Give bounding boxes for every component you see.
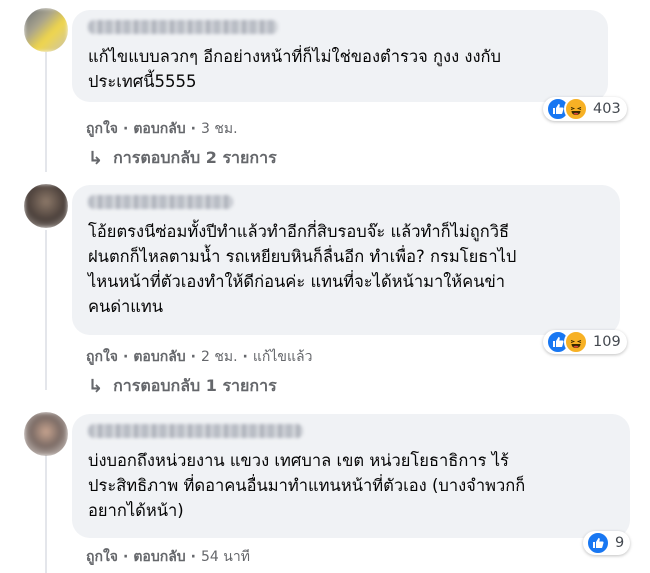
replies-label: การตอบกลับ 1 รายการ [113,376,277,395]
thread-line [45,230,47,390]
reply-arrow-icon: ↳ [88,376,104,397]
comment-text: แก้ไขแบบลวกๆ อีกอย่างหน้าที่ก็ไม่ใช่ของต… [88,47,501,91]
comment-text: โอ้ยตรงนีซ่อมทั้งปีทำแล้วทำอีกกี่สิบรอบจ… [88,222,517,316]
separator-dot: · [123,349,129,365]
comment-bubble: โอ้ยตรงนีซ่อมทั้งปีทำแล้วทำอีกกี่สิบรอบจ… [72,185,620,335]
haha-icon [564,97,588,121]
avatar[interactable] [24,412,68,456]
reply-link[interactable]: ตอบกลับ [133,118,185,140]
comment-timestamp[interactable]: 3 ชม. [201,118,238,140]
separator-dot: · [242,349,248,365]
comment-actions: ถูกใจ · ตอบกลับ · 3 ชม. [86,118,238,140]
comment-bubble: บ่งบอกถึงหน่วยงาน แขวง เทศบาล เขต หน่วยโ… [72,414,630,538]
separator-dot: · [190,549,196,565]
separator-dot: · [190,121,196,137]
reply-arrow-icon: ↳ [88,148,104,169]
edited-label[interactable]: แก้ไขแล้ว [253,346,313,368]
comment-timestamp[interactable]: 2 ชม. [201,346,238,368]
like-link[interactable]: ถูกใจ [86,546,118,568]
separator-dot: · [190,349,196,365]
like-link[interactable]: ถูกใจ [86,118,118,140]
commenter-name-blurred[interactable] [88,20,278,34]
comment-bubble: แก้ไขแบบลวกๆ อีกอย่างหน้าที่ก็ไม่ใช่ของต… [72,10,608,102]
separator-dot: · [123,121,129,137]
view-replies-link[interactable]: ↳ การตอบกลับ 1 รายการ [88,374,277,399]
commenter-name-blurred[interactable] [88,195,233,209]
separator-dot: · [123,549,129,565]
reaction-summary[interactable]: 403 [543,97,627,121]
avatar[interactable] [24,184,68,228]
reply-link[interactable]: ตอบกลับ [133,346,185,368]
commenter-name-blurred[interactable] [88,424,303,438]
thread-line [45,52,47,172]
comment-text: บ่งบอกถึงหน่วยงาน แขวง เทศบาล เขต หน่วยโ… [88,451,526,520]
comment-timestamp[interactable]: 54 นาที [201,546,250,568]
reaction-count: 109 [593,334,621,350]
reaction-summary[interactable]: 9 [583,531,631,555]
replies-label: การตอบกลับ 2 รายการ [113,148,277,167]
like-link[interactable]: ถูกใจ [86,346,118,368]
comment-actions: ถูกใจ · ตอบกลับ · 2 ชม. · แก้ไขแล้ว [86,346,312,368]
comment-actions: ถูกใจ · ตอบกลับ · 54 นาที [86,546,250,568]
reaction-summary[interactable]: 109 [543,330,627,354]
reaction-count: 403 [593,101,621,117]
reaction-count: 9 [615,535,625,551]
reply-link[interactable]: ตอบกลับ [133,546,185,568]
thread-line [45,455,47,573]
view-replies-link[interactable]: ↳ การตอบกลับ 2 รายการ [88,146,277,171]
avatar[interactable] [24,8,68,52]
haha-icon [564,330,588,354]
like-icon [586,531,610,555]
